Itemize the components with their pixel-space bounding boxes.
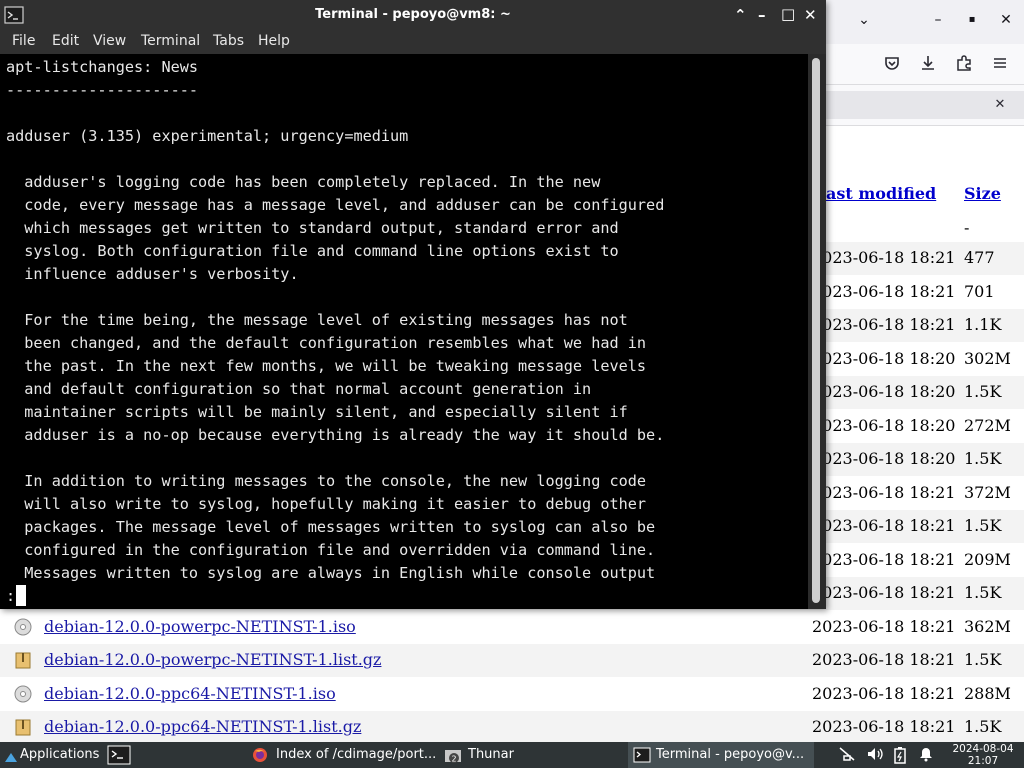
clock-time: 21:07 bbox=[967, 755, 999, 767]
volume-icon[interactable] bbox=[866, 746, 884, 766]
size-cell: 1.1K bbox=[964, 315, 1002, 334]
table-row: debian-12.0.0-powerpc-NETINST-1.iso 2023-… bbox=[0, 611, 1024, 644]
last-modified-cell: 2023-06-18 18:21 bbox=[812, 482, 956, 502]
size-cell: 1.5K bbox=[964, 650, 1002, 669]
menu-icon[interactable] bbox=[988, 54, 1012, 77]
menu-file[interactable]: File bbox=[12, 33, 35, 49]
file-link[interactable]: debian-12.0.0-ppc64-NETINST-1.iso bbox=[44, 684, 336, 703]
menu-tabs[interactable]: Tabs bbox=[213, 33, 244, 49]
terminal-cursor bbox=[16, 585, 26, 606]
size-cell: 272M bbox=[964, 415, 1011, 435]
pocket-icon[interactable] bbox=[880, 54, 904, 77]
size-cell: 1.5K bbox=[964, 516, 1002, 535]
task-label: Index of /cdimage/port... bbox=[276, 747, 437, 762]
last-modified-cell: 2023-06-18 18:21 bbox=[812, 650, 956, 669]
minimize-button[interactable]: – bbox=[928, 12, 948, 28]
menu-view[interactable]: View bbox=[93, 33, 126, 49]
firefox-icon bbox=[252, 747, 268, 768]
terminal-icon bbox=[633, 747, 651, 768]
last-modified-cell: 2023-06-18 18:21 bbox=[812, 315, 956, 334]
file-link[interactable]: debian-12.0.0-ppc64-NETINST-1.list.gz bbox=[44, 717, 361, 736]
task-thunar[interactable]: 2 Thunar bbox=[442, 742, 622, 768]
svg-text:2: 2 bbox=[451, 755, 456, 764]
disc-icon bbox=[14, 685, 32, 703]
last-modified-cell: 2023-06-18 18:21 bbox=[812, 616, 956, 636]
clock[interactable]: 2024-08-04 21:07 bbox=[946, 743, 1020, 767]
maximize-button[interactable]: ▪ bbox=[962, 14, 982, 25]
terminal-output: apt-listchanges: News ------------------… bbox=[6, 58, 665, 605]
terminal-title: Terminal - pepoyo@vm8: ~ bbox=[315, 7, 511, 22]
last-modified-cell: 2023-06-18 18:21 bbox=[812, 516, 956, 535]
terminal-launcher-icon bbox=[107, 745, 131, 768]
list-tabs-icon[interactable]: ⌄ bbox=[854, 12, 874, 28]
table-row: debian-12.0.0-powerpc-NETINST-1.list.gz 2… bbox=[0, 644, 1024, 677]
file-link[interactable]: debian-12.0.0-powerpc-NETINST-1.iso bbox=[44, 617, 356, 636]
thunar-icon: 2 bbox=[444, 747, 462, 768]
last-modified-cell: 2023-06-18 18:20 bbox=[812, 382, 956, 401]
last-modified-cell: 2023-06-18 18:20 bbox=[812, 415, 956, 435]
task-label: Thunar bbox=[468, 747, 514, 762]
last-modified-cell: 2023-06-18 18:20 bbox=[812, 449, 956, 468]
battery-icon[interactable] bbox=[892, 746, 908, 768]
size-cell: 288M bbox=[964, 683, 1011, 703]
size-cell: 477 bbox=[964, 248, 995, 267]
task-firefox[interactable]: Index of /cdimage/port... bbox=[244, 742, 440, 768]
clock-date: 2024-08-04 bbox=[952, 743, 1014, 755]
menu-terminal[interactable]: Terminal bbox=[141, 33, 200, 49]
maximize-button[interactable]: □ bbox=[781, 5, 795, 23]
terminal-menubar: File Edit View Terminal Tabs Help bbox=[0, 30, 826, 54]
scrollbar-thumb[interactable] bbox=[812, 58, 820, 603]
terminal-titlebar[interactable]: Terminal - pepoyo@vm8: ~ ⌃ – □ ✕ bbox=[0, 0, 826, 30]
applications-icon bbox=[4, 748, 18, 768]
terminal-scrollbar[interactable] bbox=[808, 54, 826, 609]
size-cell: 1.5K bbox=[964, 717, 1002, 736]
last-modified-cell: 2023-06-18 18:21 bbox=[812, 683, 956, 703]
extensions-icon[interactable] bbox=[952, 54, 976, 77]
minimize-button[interactable]: – bbox=[758, 6, 766, 24]
archive-icon bbox=[14, 718, 32, 736]
last-modified-cell: 2023-06-18 18:21 bbox=[812, 248, 956, 267]
table-row: debian-12.0.0-ppc64-NETINST-1.list.gz 202… bbox=[0, 711, 1024, 744]
show-desktop-button[interactable] bbox=[104, 742, 134, 768]
notifications-icon[interactable] bbox=[918, 746, 934, 766]
shade-icon[interactable]: ⌃ bbox=[734, 6, 747, 24]
size-cell: 302M bbox=[964, 348, 1011, 368]
applications-menu-button[interactable]: Applications bbox=[0, 742, 102, 768]
size-cell: 1.5K bbox=[964, 449, 1002, 468]
last-modified-cell: 2023-06-18 18:21 bbox=[812, 717, 956, 736]
task-terminal[interactable]: Terminal - pepoyo@v... bbox=[628, 742, 814, 768]
last-modified-cell: 2023-06-18 18:21 bbox=[812, 549, 956, 569]
file-link[interactable]: debian-12.0.0-powerpc-NETINST-1.list.gz bbox=[44, 650, 381, 669]
applications-label: Applications bbox=[20, 747, 100, 762]
size-cell: 1.5K bbox=[964, 583, 1002, 602]
menu-help[interactable]: Help bbox=[258, 33, 290, 49]
last-modified-cell: 2023-06-18 18:20 bbox=[812, 348, 956, 368]
menu-edit[interactable]: Edit bbox=[52, 33, 79, 49]
download-icon[interactable] bbox=[916, 54, 940, 77]
size-cell: 209M bbox=[964, 549, 1011, 569]
size-cell: 362M bbox=[964, 616, 1011, 636]
size-cell: 701 bbox=[964, 281, 995, 301]
terminal-screen[interactable]: apt-listchanges: News ------------------… bbox=[0, 54, 808, 609]
close-icon[interactable]: ✕ bbox=[988, 95, 1012, 115]
last-modified-cell: 2023-06-18 18:21 bbox=[812, 583, 956, 602]
archive-icon bbox=[14, 651, 32, 669]
network-icon[interactable] bbox=[838, 746, 856, 766]
taskbar: Applications Index of /cdimage/port... 2… bbox=[0, 742, 1024, 768]
terminal-window: Terminal - pepoyo@vm8: ~ ⌃ – □ ✕ File Ed… bbox=[0, 0, 826, 609]
close-button[interactable]: ✕ bbox=[996, 12, 1016, 28]
close-button[interactable]: ✕ bbox=[804, 6, 817, 24]
task-label: Terminal - pepoyo@v... bbox=[656, 747, 805, 762]
size-cell: 372M bbox=[964, 482, 1011, 502]
disc-icon bbox=[14, 618, 32, 636]
size-cell: 1.5K bbox=[964, 382, 1002, 401]
table-row: debian-12.0.0-ppc64-NETINST-1.iso 2023-06… bbox=[0, 678, 1024, 711]
last-modified-cell: 2023-06-18 18:21 bbox=[812, 281, 956, 301]
